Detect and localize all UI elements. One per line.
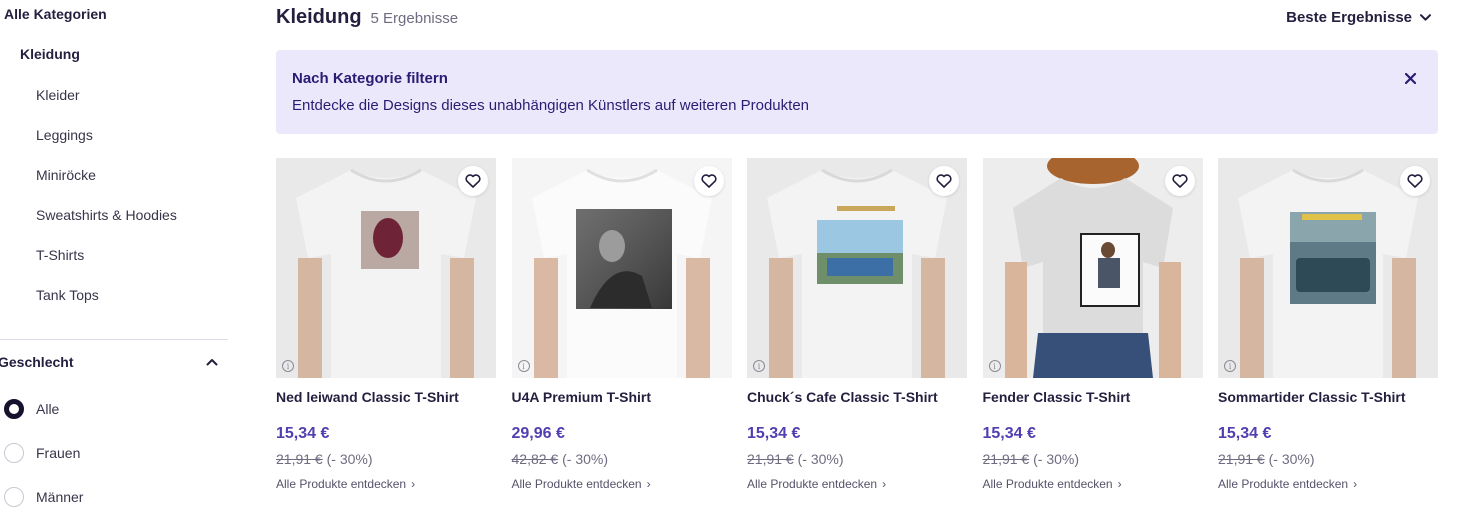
product-name[interactable]: U4A Premium T-Shirt bbox=[512, 389, 732, 405]
info-icon[interactable]: i bbox=[753, 360, 765, 372]
product-card[interactable]: i Sommartider Classic T-Shirt 15,34 € 21… bbox=[1218, 158, 1438, 491]
product-name[interactable]: Ned leiwand Classic T-Shirt bbox=[276, 389, 496, 405]
chevron-right-icon: › bbox=[646, 477, 651, 491]
product-card[interactable]: i Ned leiwand Classic T-Shirt 15,34 € 21… bbox=[276, 158, 496, 491]
product-image[interactable]: i bbox=[276, 158, 496, 378]
info-icon[interactable]: i bbox=[282, 360, 294, 372]
explore-label: Alle Produkte entdecken bbox=[747, 477, 878, 491]
subcategory-list: Kleider Leggings Miniröcke Sweatshirts &… bbox=[36, 87, 177, 327]
radio-button[interactable] bbox=[4, 487, 24, 507]
radio-button[interactable] bbox=[4, 443, 24, 463]
product-old-price: 21,91 € bbox=[747, 451, 794, 467]
close-icon[interactable] bbox=[1402, 70, 1418, 86]
category-kleidung[interactable]: Kleidung bbox=[20, 46, 80, 62]
gender-option-frauen[interactable]: Frauen bbox=[4, 443, 83, 487]
explore-products-link[interactable]: Alle Produkte entdecken › bbox=[512, 477, 732, 491]
product-old-price: 21,91 € bbox=[982, 451, 1030, 467]
explore-products-link[interactable]: Alle Produkte entdecken › bbox=[983, 477, 1203, 491]
chevron-down-icon bbox=[1420, 12, 1432, 24]
heart-icon[interactable] bbox=[458, 166, 488, 196]
product-card[interactable]: i Fender Classic T-Shirt 15,34 € 21,91 €… bbox=[982, 158, 1203, 491]
subcategory-item-sweatshirts[interactable]: Sweatshirts & Hoodies bbox=[36, 207, 177, 247]
gender-radio-group: Alle Frauen Männer bbox=[4, 399, 83, 521]
gender-option-label: Alle bbox=[36, 401, 60, 417]
product-discount: (- 30%) bbox=[1268, 451, 1315, 467]
heart-icon[interactable] bbox=[929, 166, 959, 196]
banner-text: Entdecke die Designs dieses unabhängigen… bbox=[292, 97, 810, 114]
product-old-price-row: 21,91 € (- 30%) bbox=[276, 451, 496, 467]
product-card[interactable]: i Chuck´s Cafe Classic T-Shirt 15,34 € 2… bbox=[747, 158, 967, 491]
gender-filter-header[interactable]: Geschlecht bbox=[0, 354, 220, 370]
page-title: Kleidung bbox=[276, 6, 362, 28]
product-name[interactable]: Fender Classic T-Shirt bbox=[983, 389, 1203, 405]
product-card[interactable]: i U4A Premium T-Shirt 29,96 € 42,82 € (-… bbox=[511, 158, 732, 491]
product-image[interactable]: i bbox=[511, 158, 732, 378]
gender-option-alle[interactable]: Alle bbox=[4, 399, 83, 443]
product-discount: (- 30%) bbox=[326, 451, 373, 467]
heart-icon[interactable] bbox=[1164, 166, 1195, 196]
heart-icon[interactable] bbox=[693, 166, 724, 196]
product-old-price: 21,91 € bbox=[1218, 451, 1265, 467]
product-old-price-row: 42,82 € (- 30%) bbox=[512, 451, 732, 467]
explore-label: Alle Produkte entdecken bbox=[1218, 477, 1349, 491]
results-count: 5 Ergebnisse bbox=[370, 10, 459, 27]
explore-products-link[interactable]: Alle Produkte entdecken › bbox=[747, 477, 967, 491]
subcategory-item-tanktops[interactable]: Tank Tops bbox=[36, 287, 177, 327]
explore-label: Alle Produkte entdecken bbox=[982, 477, 1113, 491]
product-discount: (- 30%) bbox=[797, 451, 844, 467]
product-old-price-row: 21,91 € (- 30%) bbox=[983, 451, 1203, 467]
explore-label: Alle Produkte entdecken bbox=[511, 477, 642, 491]
sidebar-divider bbox=[0, 339, 228, 340]
product-price: 15,34 € bbox=[276, 425, 330, 442]
info-icon[interactable]: i bbox=[988, 360, 1001, 372]
gender-option-label: Frauen bbox=[36, 445, 81, 461]
chevron-right-icon: › bbox=[411, 477, 416, 491]
product-old-price-row: 21,91 € (- 30%) bbox=[1218, 451, 1438, 467]
info-icon[interactable]: i bbox=[517, 360, 530, 372]
product-image[interactable]: i bbox=[1218, 158, 1438, 378]
product-name[interactable]: Sommartider Classic T-Shirt bbox=[1218, 389, 1438, 405]
info-icon[interactable]: i bbox=[1224, 360, 1236, 372]
subcategory-item-kleider[interactable]: Kleider bbox=[36, 87, 177, 127]
product-price: 15,34 € bbox=[1218, 425, 1272, 442]
subcategory-item-minirocke[interactable]: Miniröcke bbox=[36, 167, 177, 207]
product-old-price: 42,82 € bbox=[511, 451, 559, 467]
product-price: 15,34 € bbox=[982, 425, 1036, 442]
product-image[interactable]: i bbox=[982, 158, 1203, 378]
product-old-price-row: 21,91 € (- 30%) bbox=[747, 451, 967, 467]
sort-label: Beste Ergebnisse bbox=[1286, 9, 1412, 26]
subcategory-item-leggings[interactable]: Leggings bbox=[36, 127, 177, 167]
radio-button-selected[interactable] bbox=[4, 399, 24, 419]
product-discount: (- 30%) bbox=[1033, 451, 1080, 467]
explore-products-link[interactable]: Alle Produkte entdecken › bbox=[276, 477, 496, 491]
product-old-price: 21,91 € bbox=[276, 451, 323, 467]
chevron-up-icon[interactable] bbox=[204, 354, 220, 370]
explore-products-link[interactable]: Alle Produkte entdecken › bbox=[1218, 477, 1438, 491]
product-discount: (- 30%) bbox=[562, 451, 609, 467]
chevron-right-icon: › bbox=[882, 477, 887, 491]
product-price: 15,34 € bbox=[747, 425, 801, 442]
banner-title: Nach Kategorie filtern bbox=[292, 70, 448, 87]
explore-label: Alle Produkte entdecken bbox=[276, 477, 407, 491]
gender-option-manner[interactable]: Männer bbox=[4, 487, 83, 521]
sort-dropdown[interactable]: Beste Ergebnisse bbox=[1286, 9, 1432, 26]
sidebar: Alle Kategorien Kleidung Kleider Legging… bbox=[0, 0, 232, 521]
product-image[interactable]: i bbox=[747, 158, 967, 378]
gender-filter-title: Geschlecht bbox=[0, 354, 74, 370]
gender-option-label: Männer bbox=[36, 489, 84, 505]
product-grid: i Ned leiwand Classic T-Shirt 15,34 € 21… bbox=[276, 158, 1454, 491]
chevron-right-icon: › bbox=[1117, 477, 1122, 491]
product-price: 29,96 € bbox=[511, 425, 565, 442]
results-header: Kleidung 5 Ergebnisse bbox=[276, 6, 458, 29]
subcategory-item-tshirts[interactable]: T-Shirts bbox=[36, 247, 177, 287]
all-categories-link[interactable]: Alle Kategorien bbox=[4, 6, 107, 22]
product-name[interactable]: Chuck´s Cafe Classic T-Shirt bbox=[747, 389, 967, 405]
category-filter-banner: Nach Kategorie filtern Entdecke die Desi… bbox=[276, 50, 1438, 134]
heart-icon[interactable] bbox=[1400, 166, 1430, 196]
chevron-right-icon: › bbox=[1353, 477, 1358, 491]
